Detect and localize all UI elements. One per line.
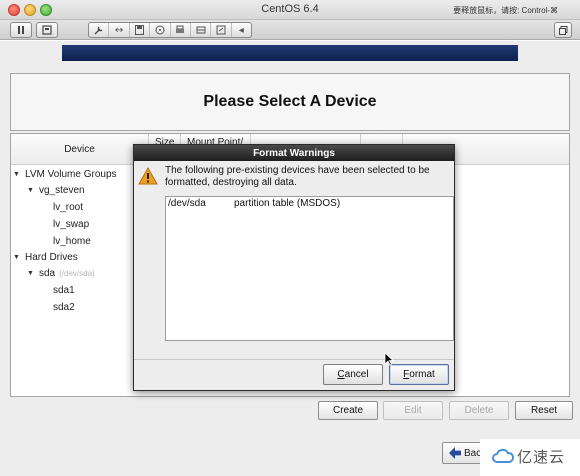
format-rest: ormat xyxy=(409,369,435,380)
edit-button[interactable]: Edit xyxy=(383,401,443,420)
format-warnings-dialog: Format Warnings The following pre-existi… xyxy=(133,144,455,391)
network-icon[interactable]: ↔ xyxy=(109,23,130,37)
cdrom-icon[interactable] xyxy=(150,23,171,37)
settings-icon[interactable] xyxy=(89,23,110,37)
dialog-message: The following pre-existing devices have … xyxy=(165,165,430,188)
watermark-text: 亿速云 xyxy=(517,449,566,466)
tree-item-lv-root[interactable]: lv_root xyxy=(53,199,83,215)
delete-button[interactable]: Delete xyxy=(449,401,509,420)
disk-icon[interactable] xyxy=(191,23,212,37)
tree-item-sda[interactable]: ▼ sda (/dev/sda) xyxy=(27,265,95,281)
device-description: partition table (MSDOS) xyxy=(234,198,341,209)
usb-icon[interactable] xyxy=(211,23,232,37)
reset-button[interactable]: Reset xyxy=(515,401,573,420)
tree-item-lv-home[interactable]: lv_home xyxy=(53,233,91,249)
device-toolbar-group: ↔ ◂ xyxy=(88,22,252,38)
cancel-button[interactable]: Cancel xyxy=(323,364,383,385)
expander-down-icon[interactable]: ▼ xyxy=(13,254,25,261)
column-header-device[interactable]: Device xyxy=(11,134,149,165)
mouse-cursor-icon xyxy=(384,352,394,366)
page-title: Please Select A Device xyxy=(203,93,377,110)
cancel-rest: ancel xyxy=(344,369,369,380)
printer-icon[interactable] xyxy=(171,23,191,37)
window-titlebar: CentOS 6.4 要释放鼠标，请按: Control-⌘ xyxy=(0,0,580,20)
list-item[interactable]: /dev/sda partition table (MSDOS) xyxy=(168,198,340,209)
expander-down-icon[interactable]: ▼ xyxy=(27,187,39,194)
vm-toolbar: ↔ ◂ xyxy=(0,20,580,40)
tree-item-lvm-groups[interactable]: ▼ LVM Volume Groups xyxy=(13,166,117,182)
format-button[interactable]: Format xyxy=(389,364,449,385)
install-progress-bar xyxy=(62,45,518,61)
floppy-icon[interactable] xyxy=(130,23,151,37)
release-mouse-hint: 要释放鼠标，请按: Control-⌘ xyxy=(453,6,558,15)
cloud-logo-icon xyxy=(492,448,514,463)
create-button[interactable]: Create xyxy=(318,401,378,420)
arrow-left-icon[interactable]: ◂ xyxy=(232,23,251,37)
tree-item-hard-drives[interactable]: ▼ Hard Drives xyxy=(13,249,78,265)
watermark: 亿速云 xyxy=(492,446,565,467)
pause-icon[interactable] xyxy=(10,22,32,38)
back-arrow-icon xyxy=(449,447,461,459)
dialog-title: Format Warnings xyxy=(134,145,454,161)
expander-down-icon[interactable]: ▼ xyxy=(27,270,39,277)
device-list: /dev/sda partition table (MSDOS) xyxy=(165,196,454,341)
tree-item-sda1[interactable]: sda1 xyxy=(53,282,75,298)
device-name: /dev/sda xyxy=(168,198,206,209)
page-header: Please Select A Device xyxy=(10,73,570,131)
expander-down-icon[interactable]: ▼ xyxy=(13,171,25,178)
cancel-mnemonic: C xyxy=(337,369,345,380)
window-icon[interactable] xyxy=(554,22,572,38)
tree-item-sda2[interactable]: sda2 xyxy=(53,299,75,315)
snapshot-icon[interactable] xyxy=(36,22,58,38)
tree-item-vg-steven[interactable]: ▼ vg_steven xyxy=(27,182,85,198)
tree-item-lv-swap[interactable]: lv_swap xyxy=(53,216,89,232)
dialog-separator xyxy=(134,359,454,360)
warning-icon xyxy=(138,167,158,185)
